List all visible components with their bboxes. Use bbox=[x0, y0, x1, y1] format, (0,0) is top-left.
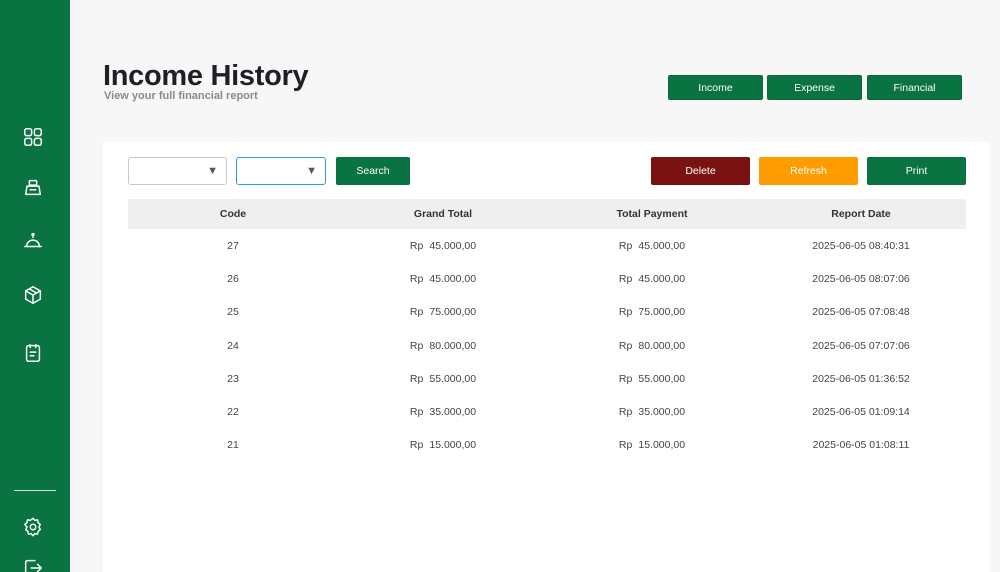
cell-report-date: 2025-06-05 07:08:48 bbox=[812, 306, 910, 319]
dashboard-icon[interactable] bbox=[22, 126, 44, 148]
delete-button[interactable]: Delete bbox=[651, 157, 750, 185]
cell-report-date: 2025-06-05 01:08:11 bbox=[812, 439, 910, 452]
income-tab-button[interactable]: Income bbox=[668, 75, 763, 100]
cell-report-date: 2025-06-05 08:40:31 bbox=[812, 239, 910, 252]
cell-code: 24 bbox=[227, 339, 239, 352]
cashier-icon[interactable] bbox=[22, 176, 44, 198]
food-cloche-icon[interactable] bbox=[22, 230, 44, 252]
cell-total-payment: Rp 15.000,00 bbox=[618, 439, 686, 452]
table-body: 27 Rp 45.000,00 Rp 45.000,00 2025-06-05 08… bbox=[128, 229, 966, 462]
cell-code: 22 bbox=[227, 406, 239, 419]
sidebar-divider bbox=[14, 490, 56, 491]
cell-total-payment: Rp 35.000,00 bbox=[618, 406, 686, 419]
column-header-code[interactable]: Code bbox=[128, 208, 338, 220]
financial-tab-button[interactable]: Financial bbox=[867, 75, 962, 100]
page-subtitle: View your full financial report bbox=[104, 90, 258, 102]
cell-code: 21 bbox=[227, 439, 239, 452]
cell-grand-total: Rp 45.000,00 bbox=[409, 272, 477, 285]
table-row[interactable]: 25 Rp 75.000,00 Rp 75.000,00 2025-06-05 07… bbox=[128, 296, 966, 329]
table-row[interactable]: 26 Rp 45.000,00 Rp 45.000,00 2025-06-05 08… bbox=[128, 262, 966, 295]
cell-grand-total: Rp 80.000,00 bbox=[409, 339, 477, 352]
table-row[interactable]: 24 Rp 80.000,00 Rp 80.000,00 2025-06-05 07… bbox=[128, 329, 966, 362]
table-row[interactable]: 22 Rp 35.000,00 Rp 35.000,00 2025-06-05 01… bbox=[128, 395, 966, 428]
cell-report-date: 2025-06-05 01:09:14 bbox=[812, 406, 910, 419]
refresh-button[interactable]: Refresh bbox=[759, 157, 858, 185]
search-button[interactable]: Search bbox=[336, 157, 410, 185]
page-title: Income History bbox=[103, 60, 309, 92]
column-header-grand-total[interactable]: Grand Total bbox=[338, 208, 548, 220]
logout-icon[interactable] bbox=[22, 557, 44, 572]
cell-report-date: 2025-06-05 01:36:52 bbox=[812, 372, 910, 385]
table-row[interactable]: 27 Rp 45.000,00 Rp 45.000,00 2025-06-05 08… bbox=[128, 229, 966, 262]
table-row[interactable]: 23 Rp 55.000,00 Rp 55.000,00 2025-06-05 01… bbox=[128, 362, 966, 395]
cell-code: 23 bbox=[227, 372, 239, 385]
cell-total-payment: Rp 55.000,00 bbox=[618, 372, 686, 385]
report-icon[interactable] bbox=[22, 342, 44, 364]
expense-tab-button[interactable]: Expense bbox=[767, 75, 862, 100]
print-button[interactable]: Print bbox=[867, 157, 966, 185]
cell-total-payment: Rp 80.000,00 bbox=[618, 339, 686, 352]
column-header-report-date[interactable]: Report Date bbox=[756, 208, 966, 220]
filter-select-2[interactable]: ▼ bbox=[236, 157, 326, 185]
cell-grand-total: Rp 55.000,00 bbox=[409, 372, 477, 385]
cell-grand-total: Rp 75.000,00 bbox=[409, 306, 477, 319]
chevron-down-icon: ▼ bbox=[207, 165, 218, 177]
cell-total-payment: Rp 75.000,00 bbox=[618, 306, 686, 319]
table-header: Code Grand Total Total Payment Report Da… bbox=[128, 199, 966, 229]
package-icon[interactable] bbox=[22, 284, 44, 306]
cell-grand-total: Rp 15.000,00 bbox=[409, 439, 477, 452]
sidebar bbox=[0, 0, 70, 572]
chevron-down-icon: ▼ bbox=[306, 165, 317, 177]
cell-report-date: 2025-06-05 07:07:06 bbox=[812, 339, 910, 352]
cell-report-date: 2025-06-05 08:07:06 bbox=[812, 272, 910, 285]
cell-code: 25 bbox=[227, 306, 239, 319]
settings-icon[interactable] bbox=[22, 516, 44, 538]
column-header-total-payment[interactable]: Total Payment bbox=[548, 208, 756, 220]
cell-grand-total: Rp 45.000,00 bbox=[409, 239, 477, 252]
cell-total-payment: Rp 45.000,00 bbox=[618, 272, 686, 285]
cell-total-payment: Rp 45.000,00 bbox=[618, 239, 686, 252]
cell-code: 26 bbox=[227, 272, 239, 285]
cell-grand-total: Rp 35.000,00 bbox=[409, 406, 477, 419]
filter-select-1[interactable]: ▼ bbox=[128, 157, 227, 185]
table-row[interactable]: 21 Rp 15.000,00 Rp 15.000,00 2025-06-05 01… bbox=[128, 429, 966, 462]
cell-code: 27 bbox=[227, 239, 239, 252]
